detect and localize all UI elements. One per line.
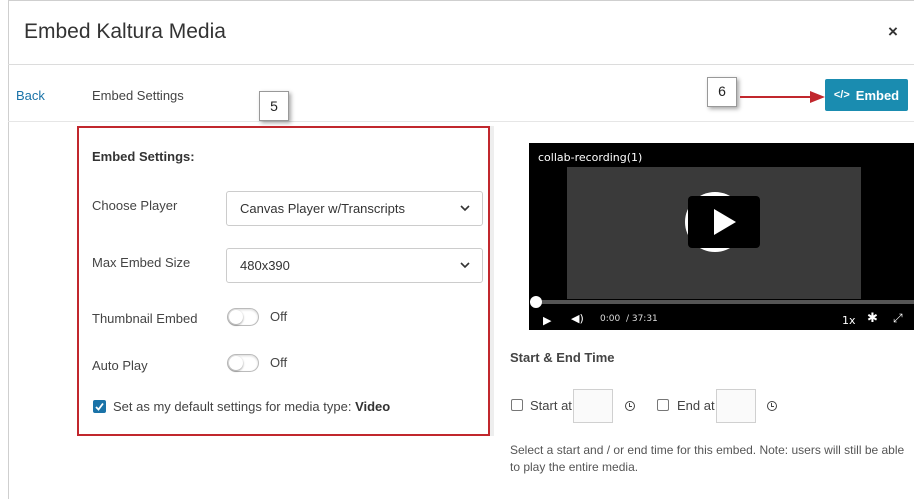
- thumbnail-embed-label: Thumbnail Embed: [92, 311, 198, 326]
- header-divider: [8, 121, 914, 122]
- choose-player-value: Canvas Player w/Transcripts: [240, 201, 405, 216]
- embed-button-label: Embed: [855, 87, 900, 103]
- modal-title: Embed Kaltura Media: [24, 20, 226, 43]
- clock-icon[interactable]: [625, 401, 635, 411]
- volume-icon[interactable]: ◀): [571, 312, 584, 325]
- play-button[interactable]: [688, 196, 760, 248]
- embed-button[interactable]: </> Embed: [825, 79, 908, 111]
- choose-player-label: Choose Player: [92, 198, 178, 213]
- thumbnail-embed-toggle[interactable]: [227, 308, 259, 326]
- start-end-title: Start & End Time: [510, 350, 615, 365]
- auto-play-toggle[interactable]: [227, 354, 259, 372]
- max-embed-size-select[interactable]: 480x390: [226, 248, 483, 283]
- code-icon: </>: [833, 89, 850, 101]
- toggle-knob: [229, 356, 243, 370]
- auto-play-state: Off: [270, 355, 288, 370]
- auto-play-label: Auto Play: [92, 358, 148, 373]
- fullscreen-icon[interactable]: ⤢: [893, 311, 903, 326]
- play-icon[interactable]: ▶: [543, 314, 551, 327]
- end-at-checkbox[interactable]: [657, 399, 669, 411]
- clock-icon[interactable]: [767, 401, 777, 411]
- start-time-input[interactable]: [573, 389, 613, 423]
- max-embed-size-label: Max Embed Size: [92, 255, 191, 270]
- start-at-label: Start at: [530, 398, 572, 413]
- media-title: collab-recording(1): [538, 151, 643, 164]
- default-settings-checkbox[interactable]: [93, 400, 106, 413]
- current-time: 0:00: [600, 314, 621, 324]
- gear-icon[interactable]: ✱: [867, 311, 878, 326]
- play-icon: [714, 209, 736, 235]
- progress-handle[interactable]: [530, 296, 542, 308]
- default-settings-text: Set as my default settings for media typ…: [113, 399, 356, 414]
- default-media-type: Video: [355, 399, 391, 414]
- time-readout: 0:00 / 37:31: [600, 314, 658, 324]
- breadcrumb: Embed Settings: [92, 88, 184, 103]
- choose-player-select[interactable]: Canvas Player w/Transcripts: [226, 191, 483, 226]
- toggle-knob: [229, 310, 243, 324]
- start-at-checkbox[interactable]: [511, 399, 523, 411]
- thumbnail-embed-state: Off: [270, 309, 288, 324]
- chevron-down-icon: [460, 205, 470, 212]
- max-embed-size-value: 480x390: [240, 258, 290, 273]
- step-callout-5: 5: [259, 91, 289, 121]
- playback-speed[interactable]: 1x: [842, 314, 856, 327]
- default-settings-label: Set as my default settings for media typ…: [113, 399, 390, 414]
- end-at-label: End at: [677, 398, 715, 413]
- settings-panel-shadow: [490, 126, 494, 436]
- close-icon[interactable]: ×: [888, 22, 898, 42]
- settings-title: Embed Settings:: [92, 149, 195, 164]
- check-icon: [95, 402, 104, 411]
- start-end-note: Select a start and / or end time for thi…: [510, 443, 905, 474]
- end-time-input[interactable]: [716, 389, 756, 423]
- back-link[interactable]: Back: [16, 88, 45, 103]
- step-callout-6: 6: [707, 77, 737, 107]
- chevron-down-icon: [460, 262, 470, 269]
- duration: / 37:31: [625, 314, 658, 324]
- progress-bar[interactable]: [536, 300, 914, 304]
- arrow-right-icon: [740, 91, 825, 103]
- title-divider: [8, 64, 914, 65]
